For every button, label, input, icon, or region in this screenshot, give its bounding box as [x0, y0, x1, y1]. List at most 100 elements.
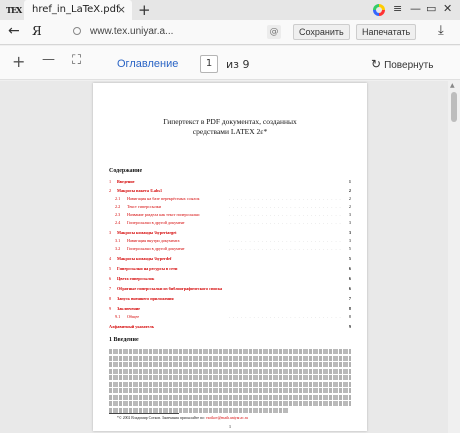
toc-row[interactable]: 2.4 Гиперссылки в другой документ . . . . …	[109, 219, 351, 227]
toc-row-text[interactable]: Название раздела как текст гиперссылки	[127, 211, 200, 219]
tab-href-in-latex[interactable]: href_in_LaTeX.pdf ×	[24, 0, 132, 20]
toc-row-text[interactable]: Цвета гиперссылок	[117, 275, 154, 283]
toc-row-text[interactable]: Заключение	[117, 305, 140, 313]
toc-row-page: 9	[348, 324, 351, 329]
scrollbar-thumb[interactable]	[451, 92, 457, 122]
toc-row-leader: . . . . . . . . . . . . . . . . . . . . …	[229, 314, 341, 319]
toc-row-text[interactable]: Алфавитный указатель	[109, 323, 154, 331]
toc-row-number: 1	[109, 179, 112, 184]
section-heading: 1 Введение	[109, 337, 139, 343]
toc-row-text[interactable]: Макросы команды \hypertarget	[117, 229, 177, 237]
toc-row-number: 3	[109, 230, 112, 235]
toc-row[interactable]: 9 Заключение 8	[109, 305, 351, 313]
toc-heading: Содержание	[109, 168, 143, 174]
rotate-icon: ↻	[371, 57, 382, 71]
toc-row-number: 2.1	[115, 196, 121, 201]
body-text-line	[109, 375, 351, 380]
menu-icon[interactable]: ≡	[393, 2, 402, 15]
toc-row-leader: . . . . . . . . . . . . . . . . . . . . …	[229, 204, 341, 209]
body-text-line	[109, 394, 351, 400]
toc-row-text[interactable]: Запуск внешнего приложения	[117, 295, 174, 303]
toc-row-page: 5	[348, 246, 351, 251]
toc-row-page: 5	[348, 256, 351, 261]
toc-row[interactable]: 2.3 Название раздела как текст гиперссылк…	[109, 211, 351, 219]
toc-row-text[interactable]: Макросы пакета \Lahs1	[117, 187, 162, 195]
tab-close-icon[interactable]: ×	[117, 3, 126, 16]
toc-row[interactable]: 3.2 Гиперссылки в другой документ . . . . …	[109, 245, 351, 253]
toc-row-leader: . . . . . . . . . . . . . . . . . . . . …	[229, 246, 341, 251]
toc-row[interactable]: 3.1 Навигация внутри документа . . . . . .…	[109, 237, 351, 245]
maximize-icon[interactable]: ▭	[426, 2, 436, 15]
toc-row-number: 9	[109, 306, 112, 311]
fit-page-icon[interactable]: ⛶	[72, 53, 81, 68]
toc-row-text[interactable]: Макросы команды \hyperdef	[117, 255, 171, 263]
toc-row-page: 3	[348, 220, 351, 225]
toc-row-page: 3	[348, 230, 351, 235]
footnote-email-link[interactable]: vsotkov@math.uniyar.ac.ru	[206, 416, 248, 420]
toc-row[interactable]: Алфавитный указатель 9	[109, 323, 351, 331]
toc-row-number: 2.4	[115, 220, 121, 225]
yandex-logo-icon[interactable]: Я	[32, 24, 42, 38]
tex-favicon-icon: TEX	[6, 5, 22, 15]
toc-row[interactable]: 4 Макросы команды \hyperdef 5	[109, 255, 351, 263]
toc-row-number: 3.2	[115, 246, 121, 251]
rotate-button[interactable]: ↻ Повернуть	[371, 57, 433, 71]
back-arrow-icon[interactable]: ←	[8, 23, 20, 39]
toc-row[interactable]: 3 Макросы команды \hypertarget 3	[109, 229, 351, 237]
protect-icon[interactable]: @	[267, 25, 281, 39]
zoom-in-icon[interactable]: +	[12, 52, 25, 71]
toc-row[interactable]: 6 Цвета гиперссылок 6	[109, 275, 351, 283]
toc-row[interactable]: 1 Введение 1	[109, 178, 351, 186]
footnote-text: *© 2002 Владимир Сотков. Замечания присы…	[117, 416, 206, 420]
toc-row[interactable]: 2.2 Текст гиперссылки . . . . . . . . . . …	[109, 203, 351, 211]
toc-row-page: 6	[348, 286, 351, 291]
save-button[interactable]: Сохранить	[293, 24, 350, 40]
zoom-out-icon[interactable]: —	[42, 52, 55, 67]
footnote-rule	[109, 413, 179, 414]
toc-row[interactable]: 5 Гиперссылки на ресурсы в сети 6	[109, 265, 351, 273]
body-text-line	[109, 362, 351, 367]
minimize-icon[interactable]: —	[410, 2, 421, 15]
toc-row[interactable]: 2 Макросы пакета \Lahs1 2	[109, 187, 351, 195]
toc-row-page: 2	[348, 188, 351, 193]
toc-row-page: 3	[348, 212, 351, 217]
site-info-icon[interactable]	[73, 27, 81, 35]
yandex-alice-icon[interactable]	[373, 4, 385, 16]
toc-row-text[interactable]: Общее	[127, 313, 139, 321]
body-text-line	[109, 368, 351, 374]
toc-row-leader: . . . . . . . . . . . . . . . . . . . . …	[229, 196, 341, 201]
url-field[interactable]: www.tex.uniyar.a...	[90, 26, 173, 37]
toc-row-text[interactable]: Текст гиперссылки	[127, 203, 161, 211]
toc-row[interactable]: 7 Обратные гиперссылки из библиографическ…	[109, 285, 351, 293]
toc-row-text[interactable]: Навигация внутри документа	[127, 237, 179, 245]
print-button[interactable]: Напечатать	[356, 24, 417, 40]
toc-button[interactable]: Оглавление	[117, 58, 178, 70]
toc-row[interactable]: 8 Запуск внешнего приложения 7	[109, 295, 351, 303]
body-text-line	[109, 407, 289, 413]
body-text-line	[109, 349, 351, 354]
toc-row-text[interactable]: Введение	[117, 178, 135, 186]
toc-row-page: 1	[348, 179, 351, 184]
toc-row-text[interactable]: Гиперссылки в другой документ	[127, 219, 185, 227]
toc-row[interactable]: 2.1 Навигация на базе перекрёстных ссылок…	[109, 195, 351, 203]
toc-row[interactable]: 9.1 Общее . . . . . . . . . . . . . . . . …	[109, 313, 351, 321]
scroll-up-icon[interactable]: ▲	[450, 82, 455, 89]
download-icon[interactable]: ⤓	[438, 23, 444, 38]
document-title-line-2: средствами LATEX 2ε*	[192, 127, 268, 136]
toc-row-text[interactable]: Гиперссылки в другой документ	[127, 245, 185, 253]
tab-title: href_in_LaTeX.pdf	[32, 4, 120, 15]
toc-row-page: 6	[348, 266, 351, 271]
page-number-input[interactable]: 1	[200, 55, 218, 73]
close-window-icon[interactable]: ✕	[443, 2, 452, 15]
toc-row-number: 8	[109, 296, 112, 301]
scrollbar[interactable]	[448, 81, 460, 433]
pdf-toolbar: + — ⛶ Оглавление 1 из 9 ↻ Повернуть	[0, 46, 460, 80]
toc-row-number: 3.1	[115, 238, 121, 243]
new-tab-button[interactable]: +	[138, 1, 151, 19]
toc-row-page: 6	[348, 276, 351, 281]
toc-row-text[interactable]: Гиперссылки на ресурсы в сети	[117, 265, 177, 273]
toc-row-text[interactable]: Навигация на базе перекрёстных ссылок	[127, 195, 200, 203]
toc-row-text[interactable]: Обратные гиперссылки из библиографическо…	[117, 285, 222, 293]
toc-row-number: 7	[109, 286, 112, 291]
toc-row-leader: . . . . . . . . . . . . . . . . . . . . …	[229, 238, 341, 243]
